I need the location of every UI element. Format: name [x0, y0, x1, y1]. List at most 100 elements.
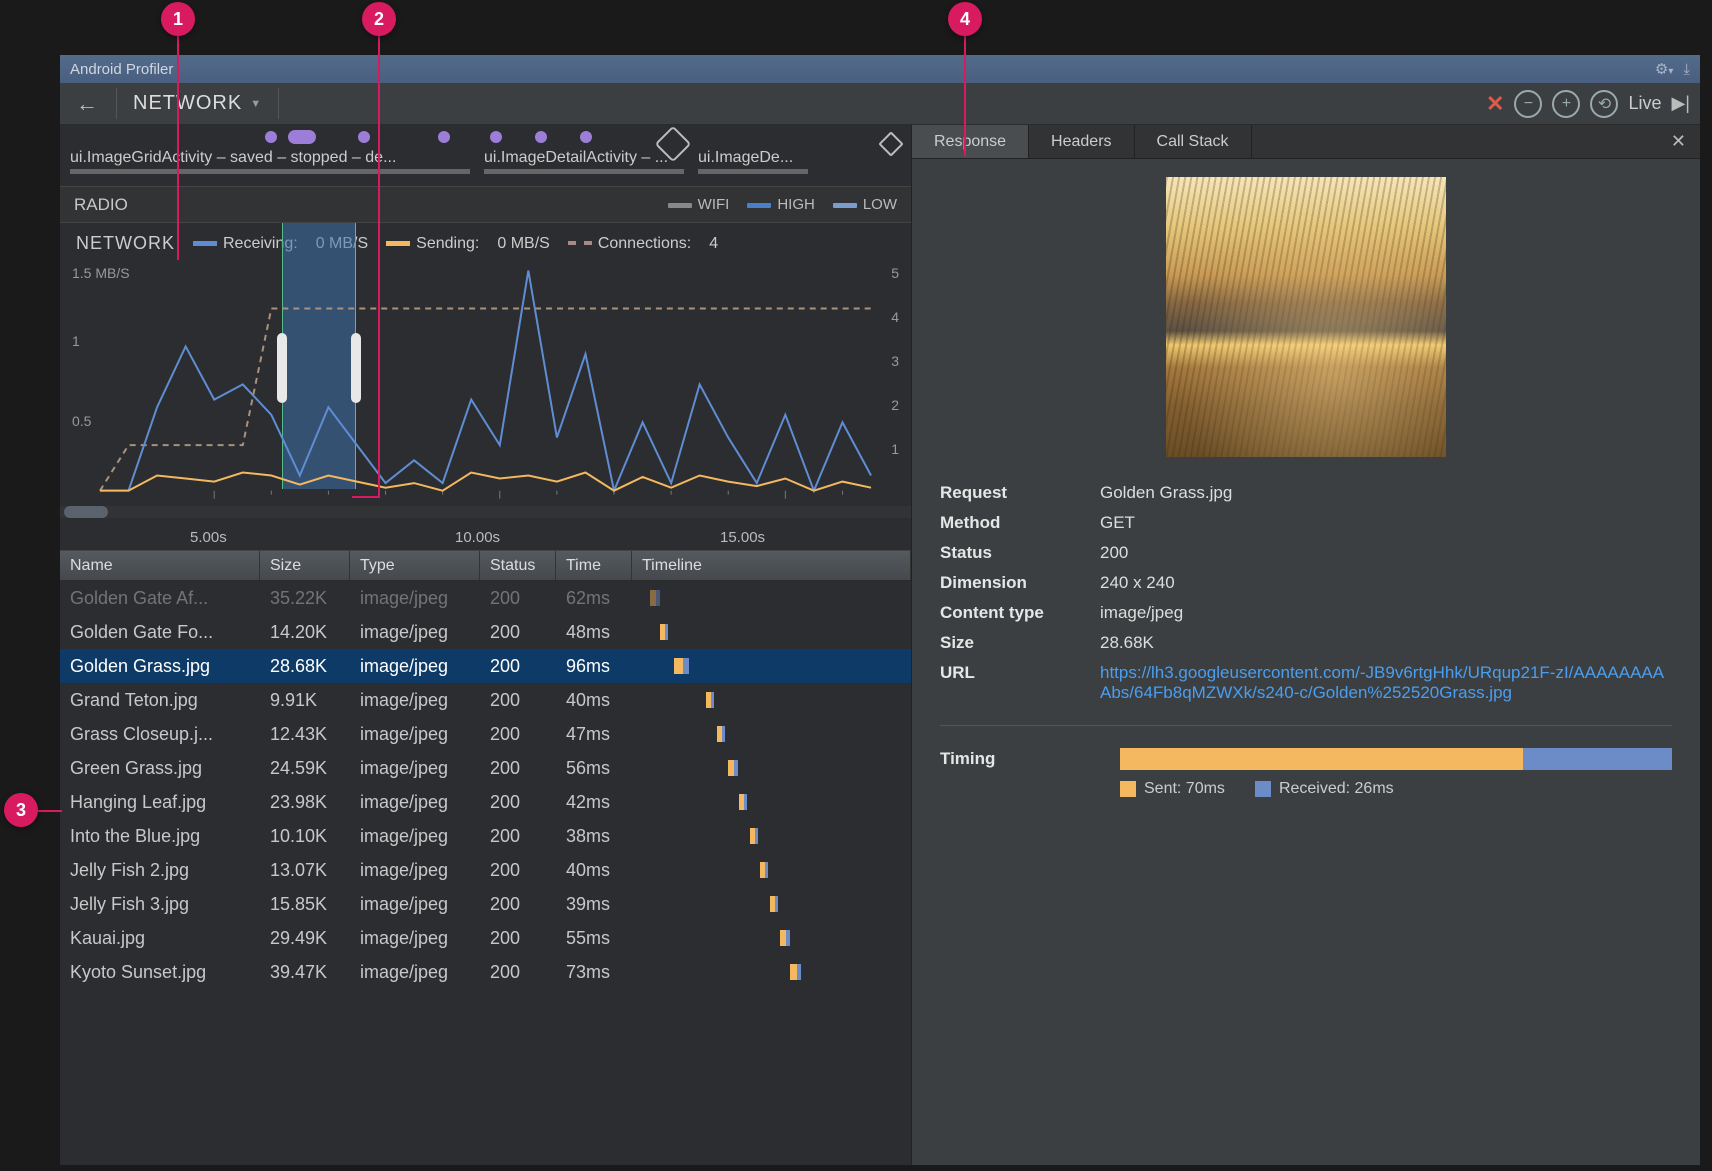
- event-dot: [438, 131, 450, 143]
- legend-wifi: WIFI: [668, 196, 730, 213]
- table-row[interactable]: Kyoto Sunset.jpg39.47Kimage/jpeg20073ms: [60, 955, 911, 989]
- cell-type: image/jpeg: [350, 962, 480, 983]
- th-type[interactable]: Type: [350, 551, 480, 580]
- cell-size: 14.20K: [260, 622, 350, 643]
- th-time[interactable]: Time: [556, 551, 632, 580]
- section-dropdown[interactable]: NETWORK ▼: [116, 88, 279, 119]
- table-row[interactable]: Into the Blue.jpg10.10Kimage/jpeg20038ms: [60, 819, 911, 853]
- cell-timeline: [632, 785, 911, 819]
- th-size[interactable]: Size: [260, 551, 350, 580]
- cell-type: image/jpeg: [350, 792, 480, 813]
- table-row[interactable]: Green Grass.jpg24.59Kimage/jpeg20056ms: [60, 751, 911, 785]
- cell-time: 56ms: [556, 758, 632, 779]
- value-url[interactable]: https://lh3.googleusercontent.com/-JB9v6…: [1100, 663, 1672, 703]
- cell-size: 23.98K: [260, 792, 350, 813]
- cell-time: 96ms: [556, 656, 632, 677]
- event-dot: [358, 131, 370, 143]
- export-icon[interactable]: ⤓: [1683, 61, 1690, 78]
- table-row[interactable]: Golden Grass.jpg28.68Kimage/jpeg20096ms: [60, 649, 911, 683]
- label-status: Status: [940, 543, 1100, 563]
- label-content-type: Content type: [940, 603, 1100, 623]
- cell-type: image/jpeg: [350, 860, 480, 881]
- gear-icon[interactable]: ⚙▾: [1655, 60, 1673, 78]
- table-row[interactable]: Jelly Fish 2.jpg13.07Kimage/jpeg20040ms: [60, 853, 911, 887]
- event-dot: [580, 131, 592, 143]
- cell-timeline: [632, 751, 911, 785]
- cell-status: 200: [480, 962, 556, 983]
- event-dot: [535, 131, 547, 143]
- table-row[interactable]: Grand Teton.jpg9.91Kimage/jpeg20040ms: [60, 683, 911, 717]
- cell-type: image/jpeg: [350, 724, 480, 745]
- cell-name: Golden Gate Fo...: [60, 622, 260, 643]
- callout-line-1: [177, 36, 179, 260]
- tab-call-stack[interactable]: Call Stack: [1135, 125, 1252, 158]
- value-dimension: 240 x 240: [1100, 573, 1672, 593]
- window-title: Android Profiler: [70, 61, 173, 78]
- table-body: Golden Gate Af...35.22Kimage/jpeg20062ms…: [60, 581, 911, 1165]
- cell-timeline: [632, 615, 911, 649]
- cell-name: Kyoto Sunset.jpg: [60, 962, 260, 983]
- close-detail-button[interactable]: ✕: [1657, 125, 1700, 158]
- table-row[interactable]: Hanging Leaf.jpg23.98Kimage/jpeg20042ms: [60, 785, 911, 819]
- cell-status: 200: [480, 656, 556, 677]
- cell-size: 13.07K: [260, 860, 350, 881]
- cell-status: 200: [480, 826, 556, 847]
- cell-time: 38ms: [556, 826, 632, 847]
- event-dot: [490, 131, 502, 143]
- table-row[interactable]: Grass Closeup.j...12.43Kimage/jpeg20047m…: [60, 717, 911, 751]
- title-bar: Android Profiler ⚙▾ ⤓: [60, 55, 1700, 83]
- detail-tab-bar: Response Headers Call Stack ✕: [912, 125, 1700, 159]
- timing-bar-sent: [1120, 748, 1523, 770]
- minimap[interactable]: [60, 506, 911, 518]
- minimap-thumb[interactable]: [64, 506, 108, 518]
- cell-type: image/jpeg: [350, 656, 480, 677]
- th-name[interactable]: Name: [60, 551, 260, 580]
- back-button[interactable]: ←: [70, 91, 104, 117]
- close-session-button[interactable]: ✕: [1486, 91, 1504, 117]
- live-button[interactable]: Live: [1628, 93, 1661, 114]
- tab-response[interactable]: Response: [912, 125, 1029, 158]
- cell-name: Jelly Fish 3.jpg: [60, 894, 260, 915]
- cell-name: Green Grass.jpg: [60, 758, 260, 779]
- label-method: Method: [940, 513, 1100, 533]
- cell-timeline: [632, 887, 911, 921]
- cell-size: 35.22K: [260, 588, 350, 609]
- x-tick: 10.00s: [455, 529, 500, 546]
- network-chart[interactable]: NETWORK Receiving: 0 MB/S Sending: 0 MB/…: [60, 223, 911, 551]
- activity-timeline[interactable]: ui.ImageGridActivity – saved – stopped –…: [60, 125, 911, 187]
- cell-time: 39ms: [556, 894, 632, 915]
- cell-time: 55ms: [556, 928, 632, 949]
- zoom-out-button[interactable]: −: [1514, 90, 1542, 118]
- timing-legend-recv: Received: 26ms: [1255, 780, 1394, 798]
- table-row[interactable]: Golden Gate Fo...14.20Kimage/jpeg20048ms: [60, 615, 911, 649]
- cell-timeline: [632, 955, 911, 989]
- zoom-in-button[interactable]: +: [1552, 90, 1580, 118]
- cell-type: image/jpeg: [350, 826, 480, 847]
- table-header: Name Size Type Status Time Timeline: [60, 551, 911, 581]
- th-status[interactable]: Status: [480, 551, 556, 580]
- toolbar: ← NETWORK ▼ ✕ − + ⟲ Live ▶|: [60, 83, 1700, 125]
- radio-label: RADIO: [74, 195, 128, 215]
- cell-type: image/jpeg: [350, 690, 480, 711]
- cell-status: 200: [480, 894, 556, 915]
- label-size: Size: [940, 633, 1100, 653]
- cell-size: 15.85K: [260, 894, 350, 915]
- skip-to-end-button[interactable]: ▶|: [1671, 93, 1690, 114]
- cell-name: Into the Blue.jpg: [60, 826, 260, 847]
- cell-status: 200: [480, 622, 556, 643]
- tab-headers[interactable]: Headers: [1029, 125, 1134, 158]
- title-bar-icons: ⚙▾ ⤓: [1655, 60, 1690, 78]
- value-size: 28.68K: [1100, 633, 1672, 653]
- section-name: NETWORK: [133, 92, 242, 115]
- table-row[interactable]: Golden Gate Af...35.22Kimage/jpeg20062ms: [60, 581, 911, 615]
- th-timeline[interactable]: Timeline: [632, 551, 911, 580]
- cell-time: 42ms: [556, 792, 632, 813]
- cell-time: 62ms: [556, 588, 632, 609]
- cell-status: 200: [480, 860, 556, 881]
- cell-time: 40ms: [556, 690, 632, 711]
- cell-size: 10.10K: [260, 826, 350, 847]
- table-row[interactable]: Jelly Fish 3.jpg15.85Kimage/jpeg20039ms: [60, 887, 911, 921]
- cell-size: 12.43K: [260, 724, 350, 745]
- reset-zoom-button[interactable]: ⟲: [1590, 90, 1618, 118]
- table-row[interactable]: Kauai.jpg29.49Kimage/jpeg20055ms: [60, 921, 911, 955]
